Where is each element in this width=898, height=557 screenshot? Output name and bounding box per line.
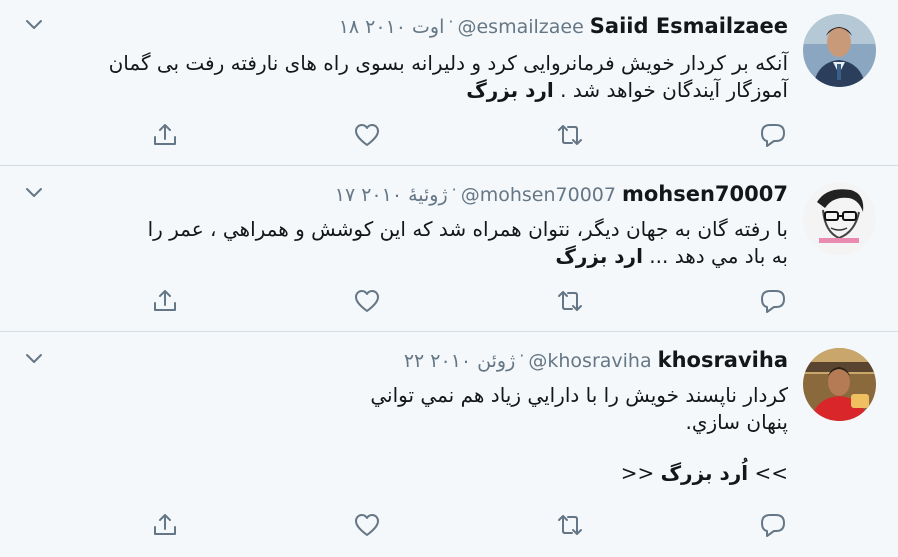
user-name[interactable]: mohsen70007: [622, 182, 788, 206]
tweet-date[interactable]: ۱۷ ژوئیهٔ ۲۰۱۰: [335, 184, 448, 206]
tweet-text-plain: آموزگار آیندگان خواهد شد .: [560, 78, 788, 102]
tweet-text: کردار ناپسند خويش را با دارايي زياد هم ن…: [370, 382, 788, 487]
tweet-text-line: به باد مي دهد ... ارد بزرگ: [148, 243, 788, 270]
avatar[interactable]: [803, 182, 876, 255]
tweet-text-bold: ارد بزرگ: [466, 78, 554, 102]
tweet-text-line: آموزگار آیندگان خواهد شد . ارد بزرگ: [109, 77, 788, 104]
avatar[interactable]: [803, 14, 876, 87]
tweet-date[interactable]: ۲۲ ژوئن ۲۰۱۰: [404, 350, 515, 372]
tweet-text-line: با رفته گان به جهان ديگر، نتوان همراه شد…: [147, 217, 788, 241]
user-name[interactable]: Saiid Esmailzaee: [590, 14, 788, 38]
avatar[interactable]: [803, 348, 876, 421]
chevron-down-icon[interactable]: [24, 16, 44, 30]
tweet[interactable]: ۲۲ ژوئن ۲۰۱۰ · @khosraviha khosraviha کر…: [0, 332, 898, 557]
tweet-text-line: پنهان سازي.: [685, 410, 788, 434]
tweet[interactable]: ۱۸ اوت ۲۰۱۰ · @esmailzaee Saiid Esmailza…: [0, 0, 898, 166]
retweet-icon[interactable]: [555, 510, 585, 540]
tweet-text-line: کردار ناپسند خويش را با دارايي زياد هم ن…: [370, 383, 788, 407]
tweet-text-bold: ارد بزرگ: [555, 244, 643, 268]
user-handle[interactable]: @mohsen70007: [461, 184, 616, 206]
tweet-text-line: آنکه بر کردار خویش فرمانروایی کرد و دلیر…: [108, 51, 788, 75]
tweet-text-line: >> اُرد بزرگ <<: [370, 460, 788, 487]
retweet-icon[interactable]: [555, 120, 585, 150]
share-icon[interactable]: [150, 286, 180, 316]
tweet-text: با رفته گان به جهان ديگر، نتوان همراه شد…: [148, 216, 788, 270]
share-icon[interactable]: [150, 510, 180, 540]
user-handle[interactable]: @khosraviha: [528, 350, 651, 372]
tweet-header: ۱۸ اوت ۲۰۱۰ · @esmailzaee Saiid Esmailza…: [339, 12, 788, 38]
timeline: ۱۸ اوت ۲۰۱۰ · @esmailzaee Saiid Esmailza…: [0, 0, 898, 557]
retweet-icon[interactable]: [555, 286, 585, 316]
separator-dot: ·: [448, 12, 454, 31]
tweet[interactable]: ۱۷ ژوئیهٔ ۲۰۱۰ · @mohsen70007 mohsen7000…: [0, 166, 898, 332]
tweet-text-spacer: [370, 436, 788, 460]
tweet-text-plain: <<: [754, 461, 788, 485]
user-handle[interactable]: @esmailzaee: [457, 16, 583, 38]
tweet-date[interactable]: ۱۸ اوت ۲۰۱۰: [339, 16, 445, 38]
share-icon[interactable]: [150, 120, 180, 150]
like-icon[interactable]: [352, 510, 382, 540]
tweet-actions: [0, 286, 898, 316]
reply-icon[interactable]: [758, 120, 788, 150]
separator-dot: ·: [451, 180, 457, 199]
tweet-actions: [0, 510, 898, 540]
tweet-text-bold: اُرد بزرگ: [660, 461, 749, 485]
tweet-text: آنکه بر کردار خویش فرمانروایی کرد و دلیر…: [109, 50, 788, 104]
like-icon[interactable]: [352, 286, 382, 316]
reply-icon[interactable]: [758, 286, 788, 316]
tweet-header: ۲۲ ژوئن ۲۰۱۰ · @khosraviha khosraviha: [404, 346, 788, 372]
user-name[interactable]: khosraviha: [658, 348, 788, 372]
tweet-actions: [0, 120, 898, 150]
tweet-text-plain: به باد مي دهد ...: [649, 244, 788, 268]
like-icon[interactable]: [352, 120, 382, 150]
chevron-down-icon[interactable]: [24, 350, 44, 364]
separator-dot: ·: [519, 346, 525, 365]
reply-icon[interactable]: [758, 510, 788, 540]
tweet-text-plain: >>: [620, 461, 655, 485]
chevron-down-icon[interactable]: [24, 184, 44, 198]
tweet-header: ۱۷ ژوئیهٔ ۲۰۱۰ · @mohsen70007 mohsen7000…: [335, 180, 788, 206]
